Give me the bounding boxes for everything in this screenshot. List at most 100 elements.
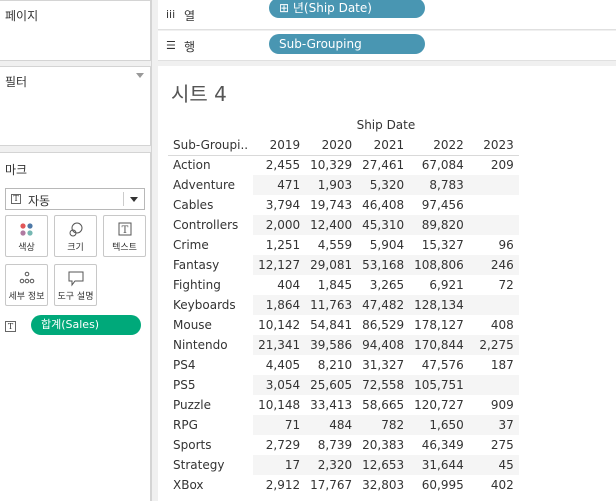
detail-button[interactable]: 세부 정보 — [5, 264, 48, 306]
year-header[interactable]: 2022 — [409, 135, 469, 156]
table-cell[interactable] — [469, 195, 519, 215]
table-cell[interactable]: 909 — [469, 395, 519, 415]
table-cell[interactable]: 10,329 — [305, 155, 357, 175]
table-cell[interactable]: 2,912 — [253, 475, 305, 495]
year-header[interactable]: 2021 — [357, 135, 410, 156]
table-cell[interactable]: 2,000 — [253, 215, 306, 235]
table-cell[interactable]: 19,743 — [305, 195, 357, 215]
table-cell[interactable]: 72 — [469, 275, 519, 295]
table-cell[interactable]: 1,845 — [305, 275, 357, 295]
table-cell[interactable]: 1,251 — [253, 235, 305, 255]
table-cell[interactable] — [468, 295, 519, 315]
table-cell[interactable]: 3,265 — [357, 275, 409, 295]
color-button[interactable]: 색상 — [5, 215, 48, 257]
table-cell[interactable]: 404 — [253, 275, 305, 295]
row-label[interactable]: XBox — [168, 475, 253, 495]
table-cell[interactable]: 60,995 — [409, 475, 469, 495]
row-label[interactable]: Crime — [168, 235, 253, 255]
table-cell[interactable]: 32,803 — [357, 475, 409, 495]
table-cell[interactable]: 67,084 — [409, 155, 469, 175]
table-cell[interactable]: 1,650 — [409, 415, 469, 435]
table-cell[interactable]: 170,844 — [409, 335, 469, 355]
table-cell[interactable]: 12,653 — [357, 455, 410, 475]
sub-grouping-pill[interactable]: Sub-Grouping — [269, 34, 425, 54]
year-header[interactable]: 2023 — [468, 135, 519, 156]
table-cell[interactable]: 2,275 — [468, 335, 519, 355]
table-cell[interactable]: 1,903 — [305, 175, 358, 195]
table-cell[interactable]: 1,864 — [253, 295, 306, 315]
sheet-title[interactable]: 시트 4 — [171, 78, 227, 107]
table-cell[interactable]: 10,148 — [253, 395, 305, 415]
column-group-header[interactable]: Ship Date — [253, 115, 519, 135]
table-cell[interactable]: 12,400 — [305, 215, 358, 235]
table-cell[interactable]: 39,586 — [305, 335, 358, 355]
table-cell[interactable]: 86,529 — [357, 315, 409, 335]
table-cell[interactable]: 17 — [253, 455, 306, 475]
table-cell[interactable] — [468, 215, 519, 235]
table-cell[interactable]: 2,729 — [253, 435, 305, 455]
table-cell[interactable]: 2,455 — [253, 155, 305, 175]
table-cell[interactable]: 21,341 — [253, 335, 306, 355]
row-label[interactable]: Strategy — [168, 455, 253, 475]
row-label[interactable]: Sports — [168, 435, 253, 455]
table-cell[interactable]: 8,210 — [305, 355, 357, 375]
columns-shelf[interactable]: iii 열 ⊞ 년(Ship Date) — [158, 0, 616, 30]
table-cell[interactable]: 45,310 — [357, 215, 410, 235]
rows-shelf[interactable]: ☰ 행 Sub-Grouping — [158, 31, 616, 61]
table-cell[interactable]: 31,644 — [409, 455, 469, 475]
table-cell[interactable]: 33,413 — [305, 395, 357, 415]
mark-type-select[interactable]: T 자동 — [5, 188, 145, 210]
table-cell[interactable]: 12,127 — [253, 255, 306, 275]
table-cell[interactable]: 45 — [468, 455, 519, 475]
row-label[interactable]: Nintendo — [168, 335, 253, 355]
table-cell[interactable]: 97,456 — [409, 195, 469, 215]
table-cell[interactable]: 120,727 — [409, 395, 469, 415]
table-cell[interactable]: 4,559 — [305, 235, 357, 255]
pages-card[interactable]: 페이지 — [0, 0, 151, 61]
text-button[interactable]: T 텍스트 — [103, 215, 146, 257]
table-cell[interactable]: 408 — [469, 315, 519, 335]
table-cell[interactable]: 2,320 — [305, 455, 358, 475]
row-label[interactable]: Cables — [168, 195, 253, 215]
filters-card[interactable]: 필터 — [0, 66, 151, 146]
table-cell[interactable]: 782 — [357, 415, 410, 435]
table-cell[interactable]: 246 — [468, 255, 519, 275]
table-cell[interactable]: 3,054 — [253, 375, 306, 395]
table-cell[interactable]: 5,904 — [357, 235, 409, 255]
table-cell[interactable]: 47,482 — [357, 295, 410, 315]
row-label[interactable]: Keyboards — [168, 295, 253, 315]
row-label[interactable]: Controllers — [168, 215, 253, 235]
table-cell[interactable]: 37 — [468, 415, 519, 435]
row-label[interactable]: RPG — [168, 415, 253, 435]
table-cell[interactable]: 46,349 — [409, 435, 469, 455]
table-cell[interactable]: 46,408 — [357, 195, 409, 215]
row-label[interactable]: Fighting — [168, 275, 253, 295]
row-field-header[interactable]: Sub-Groupi.. — [168, 135, 254, 156]
table-cell[interactable]: 27,461 — [357, 155, 409, 175]
table-cell[interactable]: 8,739 — [305, 435, 357, 455]
table-cell[interactable]: 5,320 — [357, 175, 410, 195]
row-label[interactable]: PS5 — [168, 375, 253, 395]
table-cell[interactable]: 17,767 — [305, 475, 357, 495]
year-header[interactable]: 2020 — [305, 135, 358, 156]
table-cell[interactable]: 25,605 — [305, 375, 358, 395]
row-label[interactable]: Mouse — [168, 315, 253, 335]
row-label[interactable]: Action — [168, 155, 253, 175]
table-cell[interactable]: 53,168 — [357, 255, 410, 275]
table-cell[interactable]: 29,081 — [305, 255, 358, 275]
table-cell[interactable]: 209 — [469, 155, 519, 175]
table-cell[interactable]: 54,841 — [305, 315, 357, 335]
table-cell[interactable]: 71 — [253, 415, 306, 435]
table-cell[interactable]: 31,327 — [357, 355, 409, 375]
sales-measure-pill[interactable]: 합계(Sales) — [31, 315, 141, 335]
table-cell[interactable]: 20,383 — [357, 435, 409, 455]
row-label[interactable]: Adventure — [168, 175, 253, 195]
row-label[interactable]: PS4 — [168, 355, 253, 375]
table-cell[interactable]: 6,921 — [409, 275, 469, 295]
table-cell[interactable]: 11,763 — [305, 295, 358, 315]
table-cell[interactable]: 10,142 — [253, 315, 305, 335]
year-header[interactable]: 2019 — [253, 135, 306, 156]
table-cell[interactable]: 8,783 — [409, 175, 469, 195]
table-cell[interactable]: 4,405 — [253, 355, 305, 375]
row-label[interactable]: Fantasy — [168, 255, 253, 275]
